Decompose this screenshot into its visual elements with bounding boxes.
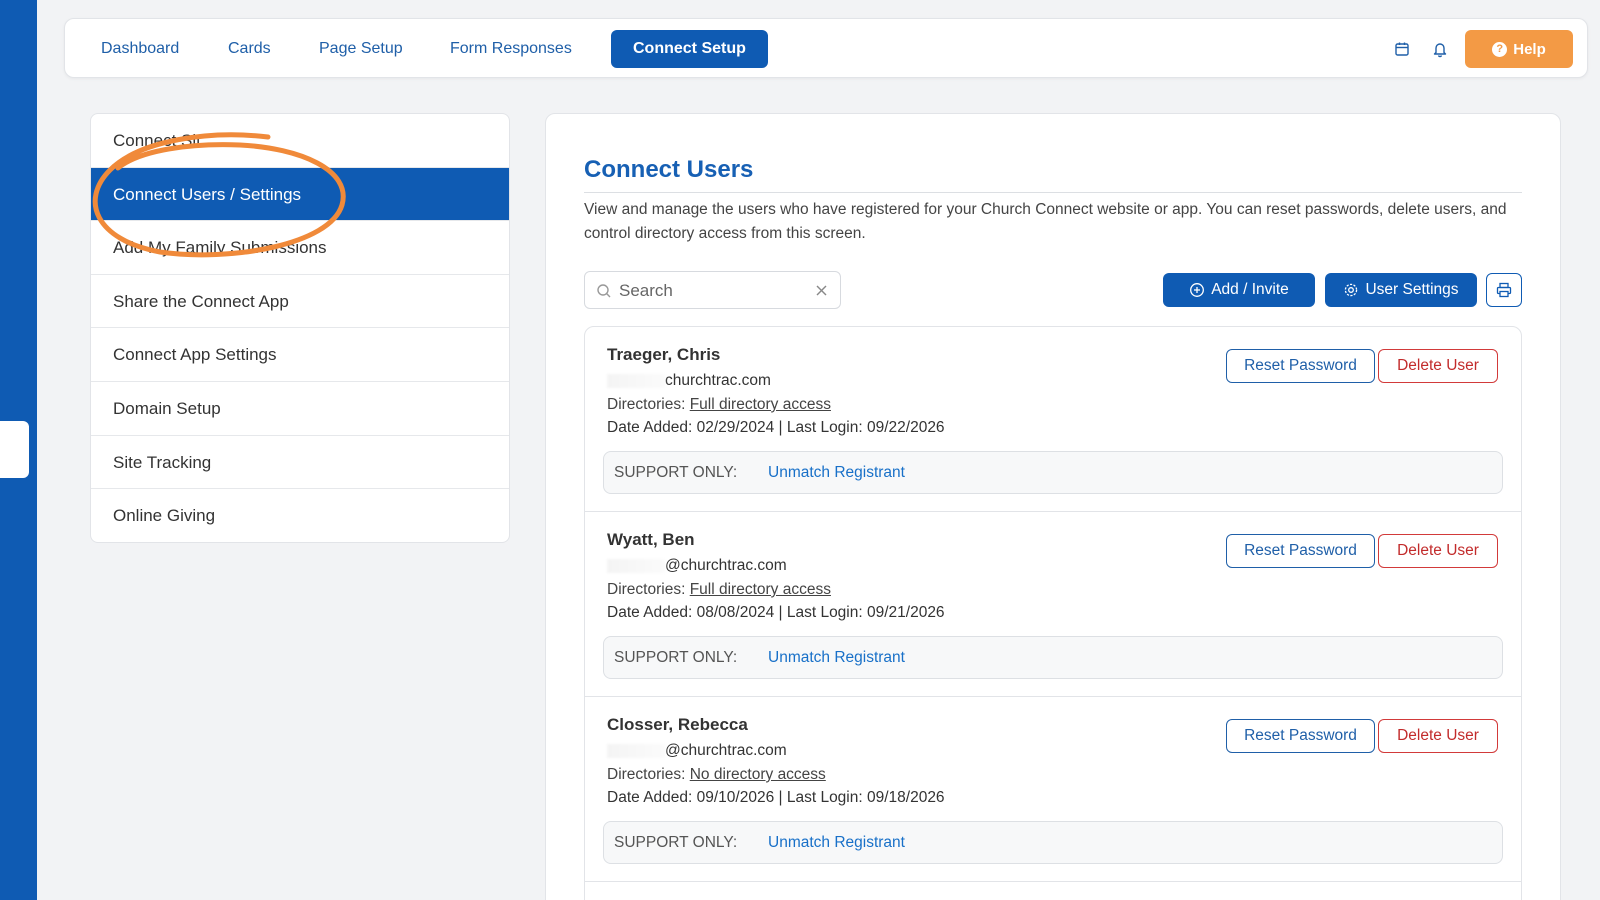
user-directories: Directories: Full directory access	[607, 581, 831, 599]
add-invite-label: Add / Invite	[1211, 281, 1289, 298]
question-icon: ?	[1492, 41, 1508, 57]
bell-icon[interactable]	[1430, 39, 1450, 59]
user-name: Wyatt, Ben	[607, 530, 695, 549]
title-divider	[584, 192, 1522, 193]
support-only-label: SUPPORT ONLY:	[614, 464, 738, 481]
printer-icon	[1496, 282, 1512, 298]
sidebar-item-connect-site[interactable]: Connect Sit...	[91, 114, 509, 168]
unmatch-registrant-link[interactable]: Unmatch Registrant	[768, 649, 905, 667]
redacted-email-prefix	[607, 558, 665, 573]
delete-user-button[interactable]: Delete User	[1378, 534, 1498, 568]
sidebar-item-site-tracking[interactable]: Site Tracking	[91, 436, 509, 490]
support-only-label: SUPPORT ONLY:	[614, 649, 738, 666]
user-name: Traeger, Chris	[607, 345, 721, 364]
sidebar-item-connect-app-settings[interactable]: Connect App Settings	[91, 328, 509, 382]
user-list: Traeger, Chris churchtrac.com Directorie…	[584, 326, 1522, 900]
nav-dashboard[interactable]: Dashboard	[79, 30, 201, 68]
user-email-domain: @churchtrac.com	[665, 742, 787, 759]
delete-user-button[interactable]: Delete User	[1378, 719, 1498, 753]
user-name: Closser, Rebecca	[607, 715, 748, 734]
search-icon	[597, 284, 611, 298]
delete-user-button[interactable]: Delete User	[1378, 349, 1498, 383]
user-directories: Directories: Full directory access	[607, 396, 831, 414]
sidebar-item-connect-users-settings[interactable]: Connect Users / Settings	[91, 167, 509, 222]
search-input[interactable]	[619, 278, 809, 304]
support-only-bar: SUPPORT ONLY: Unmatch Registrant	[603, 821, 1503, 864]
nav-connect-setup[interactable]: Connect Setup	[611, 30, 768, 68]
sidebar-item-add-my-family-submissions[interactable]: Add My Family Submissions	[91, 221, 509, 275]
directories-label: Directories:	[607, 581, 686, 598]
reset-password-button[interactable]: Reset Password	[1226, 534, 1375, 568]
nav-page-setup[interactable]: Page Setup	[297, 30, 425, 68]
gear-icon	[1345, 283, 1358, 297]
sidebar-item-online-giving[interactable]: Online Giving	[91, 489, 509, 542]
plus-circle-icon	[1190, 283, 1205, 297]
user-settings-label: User Settings	[1365, 281, 1459, 298]
connect-users-panel: Connect Users View and manage the users …	[545, 113, 1561, 900]
user-row: Traeger, Chris churchtrac.com Directorie…	[585, 327, 1521, 512]
user-email-domain: @churchtrac.com	[665, 557, 787, 574]
user-email: @churchtrac.com	[607, 557, 787, 575]
search-field[interactable]	[584, 271, 841, 309]
nav-cards[interactable]: Cards	[206, 30, 293, 68]
nav-form-responses[interactable]: Form Responses	[428, 30, 594, 68]
directory-access-link[interactable]: No directory access	[690, 766, 826, 783]
user-row: Closser, Rebecca @churchtrac.com Directo…	[585, 697, 1521, 882]
user-directories: Directories: No directory access	[607, 766, 826, 784]
sidebar-item-domain-setup[interactable]: Domain Setup	[91, 382, 509, 436]
help-button[interactable]: ? Help	[1465, 30, 1573, 68]
print-button[interactable]	[1486, 273, 1522, 307]
redacted-email-prefix	[607, 373, 665, 388]
user-email: churchtrac.com	[607, 372, 771, 390]
page-title: Connect Users	[584, 156, 754, 183]
clear-search-icon[interactable]	[815, 284, 828, 297]
calendar-icon[interactable]	[1392, 39, 1412, 59]
sidebar-item-share-connect-app[interactable]: Share the Connect App	[91, 275, 509, 329]
user-dates: Date Added: 09/10/2026 | Last Login: 09/…	[607, 789, 945, 806]
redacted-email-prefix	[607, 743, 665, 758]
support-only-bar: SUPPORT ONLY: Unmatch Registrant	[603, 451, 1503, 494]
directories-label: Directories:	[607, 766, 686, 783]
user-dates: Date Added: 08/08/2024 | Last Login: 09/…	[607, 604, 945, 621]
top-navigation: Dashboard Cards Page Setup Form Response…	[64, 18, 1588, 78]
settings-sidebar: Connect Sit... Connect Users / Settings …	[90, 113, 510, 543]
help-label: Help	[1513, 40, 1546, 58]
support-only-bar: SUPPORT ONLY: Unmatch Registrant	[603, 636, 1503, 679]
directories-label: Directories:	[607, 396, 686, 413]
directory-access-link[interactable]: Full directory access	[690, 581, 831, 598]
user-dates: Date Added: 02/29/2024 | Last Login: 09/…	[607, 419, 945, 436]
unmatch-registrant-link[interactable]: Unmatch Registrant	[768, 464, 905, 482]
rail-collapse-tab[interactable]	[0, 421, 29, 478]
user-settings-button[interactable]: User Settings	[1325, 273, 1477, 307]
directory-access-link[interactable]: Full directory access	[690, 396, 831, 413]
add-invite-button[interactable]: Add / Invite	[1163, 273, 1315, 307]
unmatch-registrant-link[interactable]: Unmatch Registrant	[768, 834, 905, 852]
reset-password-button[interactable]: Reset Password	[1226, 719, 1375, 753]
page-description: View and manage the users who have regis…	[584, 201, 1507, 242]
support-only-label: SUPPORT ONLY:	[614, 834, 738, 851]
user-email: @churchtrac.com	[607, 742, 787, 760]
reset-password-button[interactable]: Reset Password	[1226, 349, 1375, 383]
user-row: Wyatt, Ben @churchtrac.com Directories: …	[585, 512, 1521, 697]
user-email-domain: churchtrac.com	[665, 372, 771, 389]
